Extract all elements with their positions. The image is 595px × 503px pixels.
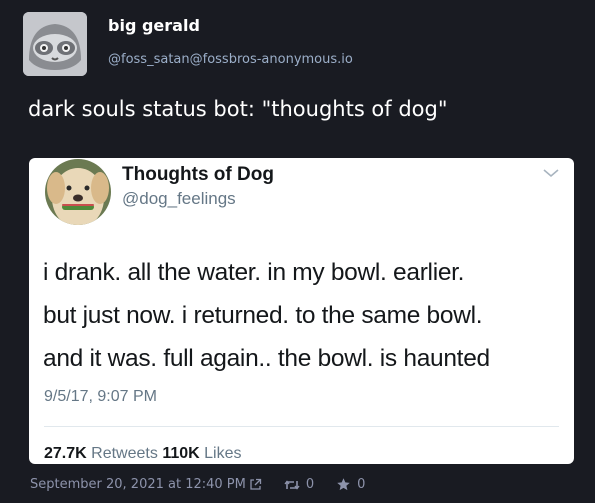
external-link-icon[interactable] — [249, 478, 262, 491]
attached-tweet-screenshot[interactable]: Thoughts of Dog @dog_feelings i drank. a… — [29, 158, 574, 464]
likes-count: 110K — [162, 445, 200, 462]
chevron-down-icon — [543, 169, 559, 178]
status-content: dark souls status bot: "thoughts of dog" — [28, 97, 448, 121]
author-display-name[interactable]: big gerald — [108, 16, 200, 35]
author-avatar[interactable] — [23, 12, 87, 76]
retweets-label: Retweets — [91, 445, 158, 462]
tweet-stats: 27.7K Retweets 110K Likes — [44, 445, 242, 463]
favourite-count: 0 — [357, 477, 366, 492]
sloth-avatar-icon — [23, 12, 87, 76]
star-icon[interactable] — [336, 477, 351, 492]
tweet-divider — [44, 426, 559, 427]
boost-icon[interactable] — [284, 479, 300, 491]
status-timestamp[interactable]: September 20, 2021 at 12:40 PM — [30, 477, 246, 492]
tweet-text-line: but just now. i returned. to the same bo… — [43, 302, 483, 329]
status-post: big gerald @foss_satan@fossbros-anonymou… — [0, 0, 595, 503]
author-handle[interactable]: @foss_satan@fossbros-anonymous.io — [108, 52, 353, 67]
tweet-author-name: Thoughts of Dog — [122, 164, 274, 185]
boost-count: 0 — [305, 477, 315, 492]
tweet-text: i drank. all the water. in my bowl. earl… — [43, 251, 563, 380]
tweet-text-line: and it was. full again.. the bowl. is ha… — [43, 345, 490, 372]
retweets-count: 27.7K — [44, 445, 87, 462]
tweet-text-line: i drank. all the water. in my bowl. earl… — [43, 259, 465, 286]
dog-avatar-icon — [45, 159, 111, 225]
status-footer: September 20, 2021 at 12:40 PM 0 0 — [30, 477, 365, 492]
tweet-author-handle: @dog_feelings — [122, 189, 236, 208]
tweet-date: 9/5/17, 9:07 PM — [44, 388, 157, 405]
likes-label: Likes — [204, 445, 242, 462]
